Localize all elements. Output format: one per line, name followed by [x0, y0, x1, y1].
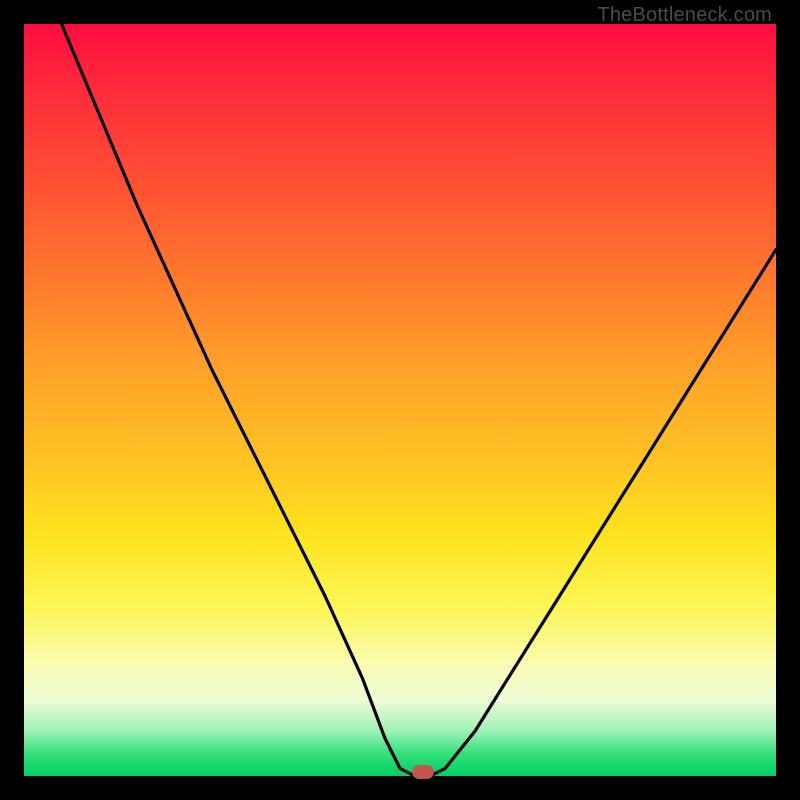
optimal-marker: [412, 765, 434, 779]
plot-area: [24, 24, 776, 776]
watermark-text: TheBottleneck.com: [597, 4, 772, 27]
bottleneck-curve: [24, 24, 776, 776]
chart-frame: TheBottleneck.com: [0, 0, 800, 800]
